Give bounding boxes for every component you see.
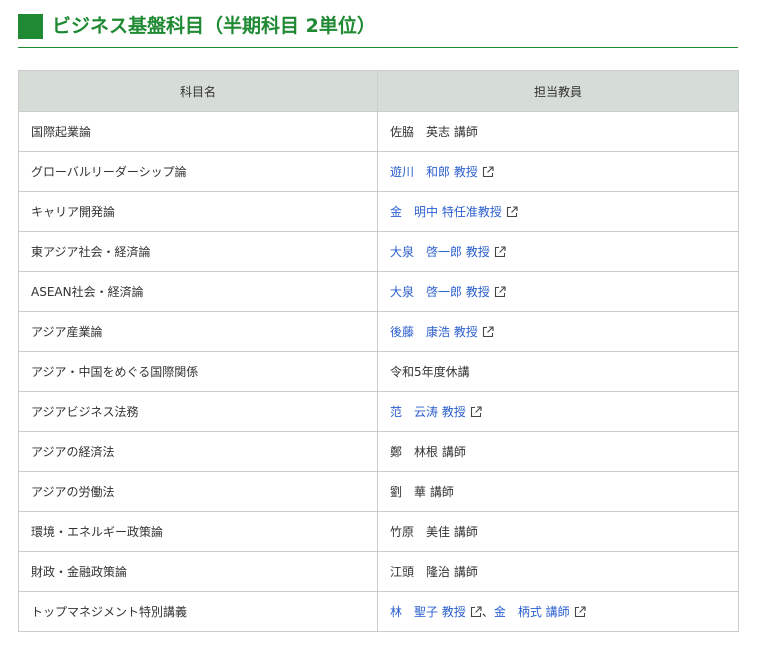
table-row: アジア・中国をめぐる国際関係 令和5年度休講 (18, 351, 739, 392)
course-name: 環境・エネルギー政策論 (18, 511, 378, 552)
teacher-cell: 林 聖子 教授 、金 柄式 講師 (377, 591, 739, 632)
table-row: アジアの経済法鄭 林根 講師 (18, 431, 739, 472)
teacher-cell: 金 明中 特任准教授 (377, 191, 739, 232)
section-heading: ビジネス基盤科目（半期科目 2単位） (18, 12, 738, 48)
teacher-link[interactable]: 遊川 和郎 教授 (390, 165, 494, 179)
teacher-name-text: 佐脇 英志 講師 (390, 125, 478, 139)
teacher-name-text: 金 明中 特任准教授 (390, 205, 502, 219)
course-name: アジア・中国をめぐる国際関係 (18, 351, 378, 392)
teacher-name-text: 林 聖子 教授 (390, 605, 466, 619)
teacher-name-text: 竹原 美佳 講師 (390, 525, 478, 539)
page: ビジネス基盤科目（半期科目 2単位） 科目名 担当教員 国際起業論 佐脇 英志 講… (0, 0, 760, 661)
course-name: アジア産業論 (18, 311, 378, 352)
column-header-teacher: 担当教員 (377, 70, 739, 112)
external-link-icon (574, 606, 586, 618)
external-link-icon (482, 326, 494, 338)
course-name: 財政・金融政策論 (18, 551, 378, 592)
teacher-name: 鄭 林根 講師 (390, 445, 466, 459)
course-name: アジアビジネス法務 (18, 391, 378, 432)
teacher-name: 佐脇 英志 講師 (390, 125, 478, 139)
table-row: キャリア開発論金 明中 特任准教授 (18, 191, 739, 232)
teacher-name-text: 大泉 啓一郎 教授 (390, 285, 490, 299)
table-row: アジアの労働法劉 華 講師 (18, 471, 739, 512)
external-link-icon (494, 286, 506, 298)
teacher-name-text: 鄭 林根 講師 (390, 445, 466, 459)
teacher-link[interactable]: 金 明中 特任准教授 (390, 205, 518, 219)
table-row: ASEAN社会・経済論 大泉 啓一郎 教授 (18, 271, 739, 312)
teacher-name: 竹原 美佳 講師 (390, 525, 478, 539)
teacher-cell: 劉 華 講師 (377, 471, 739, 512)
teacher-cell: 令和5年度休講 (377, 351, 739, 392)
teacher-cell: 江頭 隆治 講師 (377, 551, 739, 592)
teacher-name-text: 劉 華 講師 (390, 485, 454, 499)
teacher-link[interactable]: 林 聖子 教授 (390, 605, 482, 619)
teacher-cell: 竹原 美佳 講師 (377, 511, 739, 552)
teacher-cell: 范 云涛 教授 (377, 391, 739, 432)
course-name: 国際起業論 (18, 111, 378, 152)
teacher-link[interactable]: 後藤 康浩 教授 (390, 325, 494, 339)
external-link-icon (494, 246, 506, 258)
teacher-name-text: 江頭 隆治 講師 (390, 565, 478, 579)
external-link-icon (482, 166, 494, 178)
course-name: アジアの労働法 (18, 471, 378, 512)
course-name: トップマネジメント特別講義 (18, 591, 378, 632)
teacher-separator: 、 (481, 605, 494, 619)
course-name: 東アジア社会・経済論 (18, 231, 378, 272)
heading-marker (18, 14, 43, 39)
teacher-cell: 後藤 康浩 教授 (377, 311, 739, 352)
table-row: 国際起業論 佐脇 英志 講師 (18, 111, 739, 152)
external-link-icon (470, 606, 482, 618)
teacher-cell: 佐脇 英志 講師 (377, 111, 739, 152)
teacher-name: 劉 華 講師 (390, 485, 454, 499)
table-row: 財政・金融政策論 江頭 隆治 講師 (18, 551, 739, 592)
external-link-icon (506, 206, 518, 218)
section-title: ビジネス基盤科目（半期科目 2単位） (52, 15, 376, 37)
teacher-link[interactable]: 金 柄式 講師 (494, 605, 586, 619)
teacher-name: 令和5年度休講 (390, 365, 470, 379)
external-link-icon (470, 406, 482, 418)
teacher-name-text: 金 柄式 講師 (493, 605, 570, 619)
course-name: グローバルリーダーシップ論 (18, 151, 378, 192)
table-row: グローバルリーダーシップ論 遊川 和郎 教授 (18, 151, 739, 192)
course-name: アジアの経済法 (18, 431, 378, 472)
course-name: キャリア開発論 (18, 191, 378, 232)
table-header-row: 科目名 担当教員 (18, 70, 739, 112)
table-body: 国際起業論 佐脇 英志 講師 グローバルリーダーシップ論 遊川 和郎 教授 キャリア開発… (18, 111, 739, 632)
table-row: 環境・エネルギー政策論 竹原 美佳 講師 (18, 511, 739, 552)
teacher-cell: 鄭 林根 講師 (377, 431, 739, 472)
teacher-link[interactable]: 大泉 啓一郎 教授 (390, 285, 506, 299)
teacher-name-text: 遊川 和郎 教授 (390, 165, 478, 179)
table-row: アジア産業論 後藤 康浩 教授 (18, 311, 739, 352)
table-row: トップマネジメント特別講義林 聖子 教授 、金 柄式 講師 (18, 591, 739, 632)
column-header-course: 科目名 (18, 70, 378, 112)
teacher-link[interactable]: 范 云涛 教授 (390, 405, 482, 419)
table-row: 東アジア社会・経済論 大泉 啓一郎 教授 (18, 231, 739, 272)
teacher-link[interactable]: 大泉 啓一郎 教授 (390, 245, 506, 259)
teacher-name-text: 令和5年度休講 (390, 365, 470, 379)
teacher-name-text: 范 云涛 教授 (390, 405, 466, 419)
teacher-cell: 大泉 啓一郎 教授 (377, 271, 739, 312)
teacher-name: 江頭 隆治 講師 (390, 565, 478, 579)
teacher-name-text: 後藤 康浩 教授 (390, 325, 478, 339)
course-table: 科目名 担当教員 国際起業論 佐脇 英志 講師 グローバルリーダーシップ論 遊川 和郎… (18, 70, 739, 632)
teacher-name-text: 大泉 啓一郎 教授 (390, 245, 490, 259)
teacher-cell: 遊川 和郎 教授 (377, 151, 739, 192)
teacher-cell: 大泉 啓一郎 教授 (377, 231, 739, 272)
course-name: ASEAN社会・経済論 (18, 271, 378, 312)
table-row: アジアビジネス法務范 云涛 教授 (18, 391, 739, 432)
